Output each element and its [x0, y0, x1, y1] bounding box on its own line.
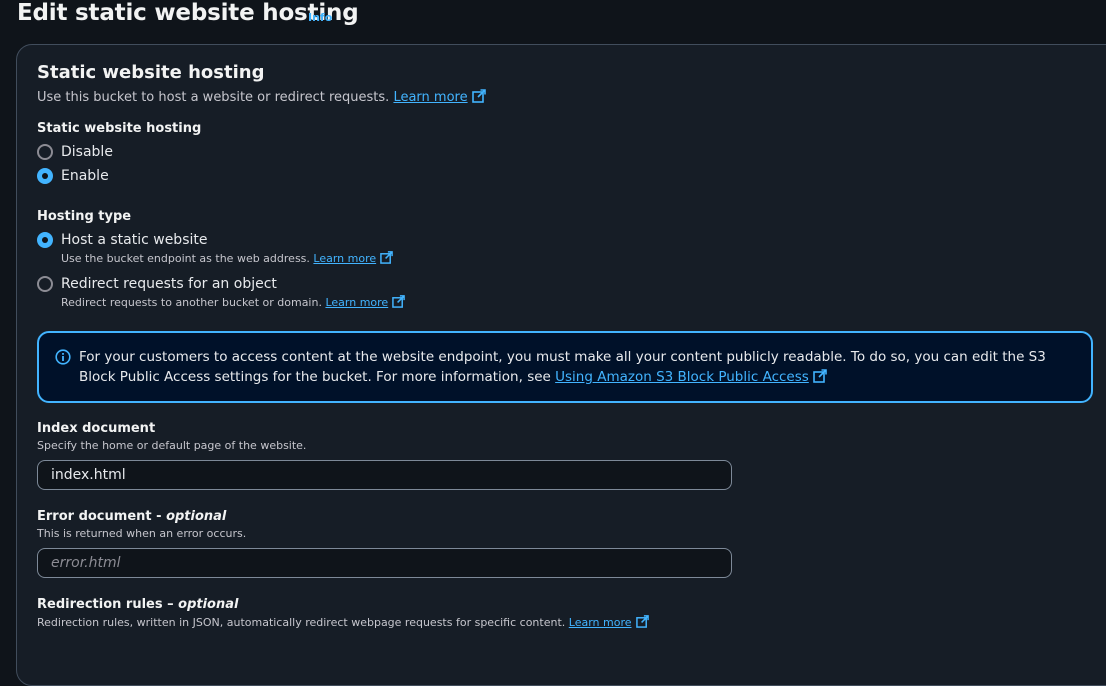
radio-redirect-requests[interactable]: Redirect requests for an object	[37, 276, 277, 292]
error-document-label-text: Error document -	[37, 509, 162, 524]
radio-enable[interactable]: Enable	[37, 168, 109, 184]
block-public-access-link[interactable]: Using Amazon S3 Block Public Access	[555, 369, 827, 385]
radio-button[interactable]	[37, 276, 53, 292]
learn-more-link[interactable]: Learn more	[393, 89, 486, 105]
index-document-label: Index document	[37, 421, 156, 436]
radio-host-static-website[interactable]: Host a static website	[37, 232, 207, 248]
redirection-rules-description-text: Redirection rules, written in JSON, auto…	[37, 616, 566, 629]
radio-button[interactable]	[37, 168, 53, 184]
error-document-label: Error document - optional	[37, 509, 226, 524]
info-circle-icon	[55, 349, 71, 365]
optional-tag: optional	[178, 597, 239, 612]
redirect-description: Redirect requests to another bucket or d…	[61, 295, 406, 309]
radio-button[interactable]	[37, 144, 53, 160]
hosting-type-label: Hosting type	[37, 209, 132, 224]
alert-text: For your customers to access content at …	[79, 347, 1079, 387]
index-document-input[interactable]: index.html	[37, 460, 732, 490]
radio-label: Disable	[61, 144, 113, 160]
external-link-icon	[812, 369, 827, 383]
error-document-description: This is returned when an error occurs.	[37, 527, 247, 540]
section-description: Use this bucket to host a website or red…	[37, 89, 486, 105]
radio-label: Enable	[61, 168, 109, 184]
redirection-rules-label-text: Redirection rules –	[37, 597, 174, 612]
section-title: Static website hosting	[37, 62, 265, 83]
info-link[interactable]: Info	[308, 11, 332, 24]
section-description-text: Use this bucket to host a website or red…	[37, 90, 390, 105]
hosting-label: Static website hosting	[37, 121, 202, 136]
learn-more-link[interactable]: Learn more	[325, 295, 406, 309]
external-link-icon	[392, 295, 406, 308]
radio-label: Host a static website	[61, 232, 208, 248]
error-document-input[interactable]: error.html	[37, 548, 732, 578]
radio-button[interactable]	[37, 232, 53, 248]
option-description: Use the bucket endpoint as the web addre…	[61, 252, 310, 265]
external-link-icon	[635, 615, 649, 628]
external-link-icon	[471, 89, 486, 103]
external-link-icon	[380, 251, 393, 264]
learn-more-link[interactable]: Learn more	[313, 251, 393, 265]
public-access-alert: For your customers to access content at …	[37, 331, 1093, 403]
option-description: Redirect requests to another bucket or d…	[61, 296, 322, 309]
learn-more-link[interactable]: Learn more	[569, 615, 649, 629]
radio-label: Redirect requests for an object	[61, 276, 277, 292]
redirection-rules-label: Redirection rules – optional	[37, 597, 238, 612]
host-static-description: Use the bucket endpoint as the web addre…	[61, 251, 393, 265]
index-document-description: Specify the home or default page of the …	[37, 439, 307, 452]
optional-tag: optional	[166, 509, 227, 524]
radio-disable[interactable]: Disable	[37, 144, 113, 160]
redirection-rules-description: Redirection rules, written in JSON, auto…	[37, 615, 649, 629]
